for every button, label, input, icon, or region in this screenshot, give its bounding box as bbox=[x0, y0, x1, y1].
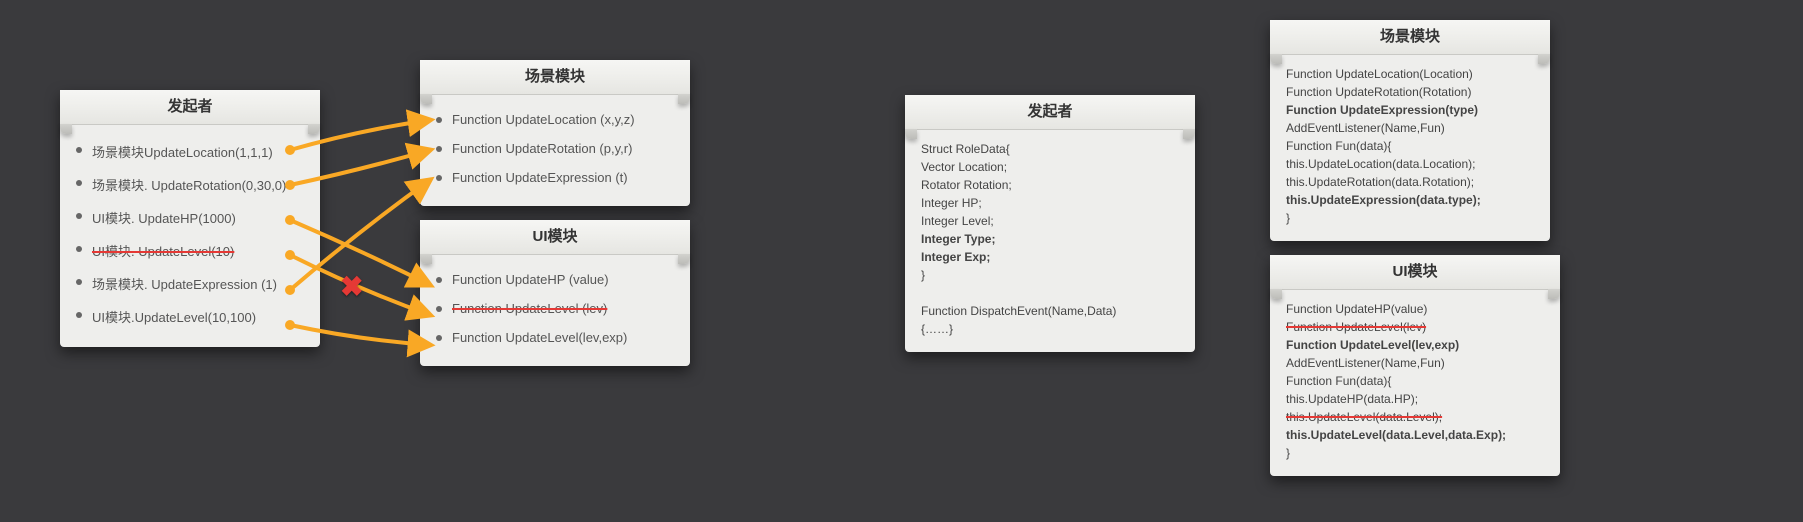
list-item: Function UpdateExpression (t) bbox=[436, 163, 674, 192]
card-right-ui: UI模块 Function UpdateHP(value)Function Up… bbox=[1270, 255, 1560, 476]
code-line: Function UpdateLevel(lev) bbox=[1286, 318, 1544, 336]
card-title: UI模块 bbox=[420, 220, 690, 255]
card-title: 场景模块 bbox=[1270, 20, 1550, 55]
card-left-originator: 发起者 场景模块UpdateLocation(1,1,1)场景模块. Updat… bbox=[60, 90, 320, 347]
list-item: UI模块. UpdateLevel(10) bbox=[76, 234, 304, 267]
code-line: this.UpdateHP(data.HP); bbox=[1286, 390, 1544, 408]
code-line: this.UpdateLevel(data.Level,data.Exp); bbox=[1286, 426, 1544, 444]
code-line: } bbox=[1286, 444, 1544, 462]
code-line: AddEventListener(Name,Fun) bbox=[1286, 354, 1544, 372]
code-line: Integer HP; bbox=[921, 194, 1179, 212]
code-line: Function Fun(data){ bbox=[1286, 372, 1544, 390]
code-line: this.UpdateLocation(data.Location); bbox=[1286, 155, 1534, 173]
list-item: 场景模块. UpdateRotation(0,30,0) bbox=[76, 168, 304, 201]
code-line: Function UpdateLevel(lev,exp) bbox=[1286, 336, 1544, 354]
card-right-scene: 场景模块 Function UpdateLocation(Location)Fu… bbox=[1270, 20, 1550, 241]
code-line bbox=[921, 284, 1179, 302]
card-right-originator: 发起者 Struct RoleData{Vector Location;Rota… bbox=[905, 95, 1195, 352]
list-item: UI模块.UpdateLevel(10,100) bbox=[76, 300, 304, 333]
list-item: UI模块. UpdateHP(1000) bbox=[76, 201, 304, 234]
card-title: 发起者 bbox=[905, 95, 1195, 130]
list-item: Function UpdateLevel (lev) bbox=[436, 294, 674, 323]
code-line: Integer Level; bbox=[921, 212, 1179, 230]
code-line: this.UpdateLevel(data.Level); bbox=[1286, 408, 1544, 426]
code-line: Function UpdateRotation(Rotation) bbox=[1286, 83, 1534, 101]
list-item: 场景模块. UpdateExpression (1) bbox=[76, 267, 304, 300]
code-line: AddEventListener(Name,Fun) bbox=[1286, 119, 1534, 137]
code-line: Vector Location; bbox=[921, 158, 1179, 176]
cross-icon: ✖ bbox=[340, 270, 363, 303]
list-item: Function UpdateHP (value) bbox=[436, 265, 674, 294]
list-item: Function UpdateLevel(lev,exp) bbox=[436, 323, 674, 352]
list-item: 场景模块UpdateLocation(1,1,1) bbox=[76, 135, 304, 168]
code-line: } bbox=[1286, 209, 1534, 227]
code-line: Rotator Rotation; bbox=[921, 176, 1179, 194]
code-line: {……} bbox=[921, 320, 1179, 338]
list-item: Function UpdateLocation (x,y,z) bbox=[436, 105, 674, 134]
code-line: Function UpdateLocation(Location) bbox=[1286, 65, 1534, 83]
code-line: Struct RoleData{ bbox=[921, 140, 1179, 158]
card-left-scene: 场景模块 Function UpdateLocation (x,y,z)Func… bbox=[420, 60, 690, 206]
code-line: Function DispatchEvent(Name,Data) bbox=[921, 302, 1179, 320]
code-line: Integer Type; bbox=[921, 230, 1179, 248]
code-line: Function Fun(data){ bbox=[1286, 137, 1534, 155]
code-line: this.UpdateRotation(data.Rotation); bbox=[1286, 173, 1534, 191]
code-line: } bbox=[921, 266, 1179, 284]
code-line: this.UpdateExpression(data.type); bbox=[1286, 191, 1534, 209]
code-line: Function UpdateHP(value) bbox=[1286, 300, 1544, 318]
code-line: Function UpdateExpression(type) bbox=[1286, 101, 1534, 119]
list-item: Function UpdateRotation (p,y,r) bbox=[436, 134, 674, 163]
card-title: 场景模块 bbox=[420, 60, 690, 95]
card-title: 发起者 bbox=[60, 90, 320, 125]
card-left-ui: UI模块 Function UpdateHP (value)Function U… bbox=[420, 220, 690, 366]
code-line: Integer Exp; bbox=[921, 248, 1179, 266]
card-title: UI模块 bbox=[1270, 255, 1560, 290]
